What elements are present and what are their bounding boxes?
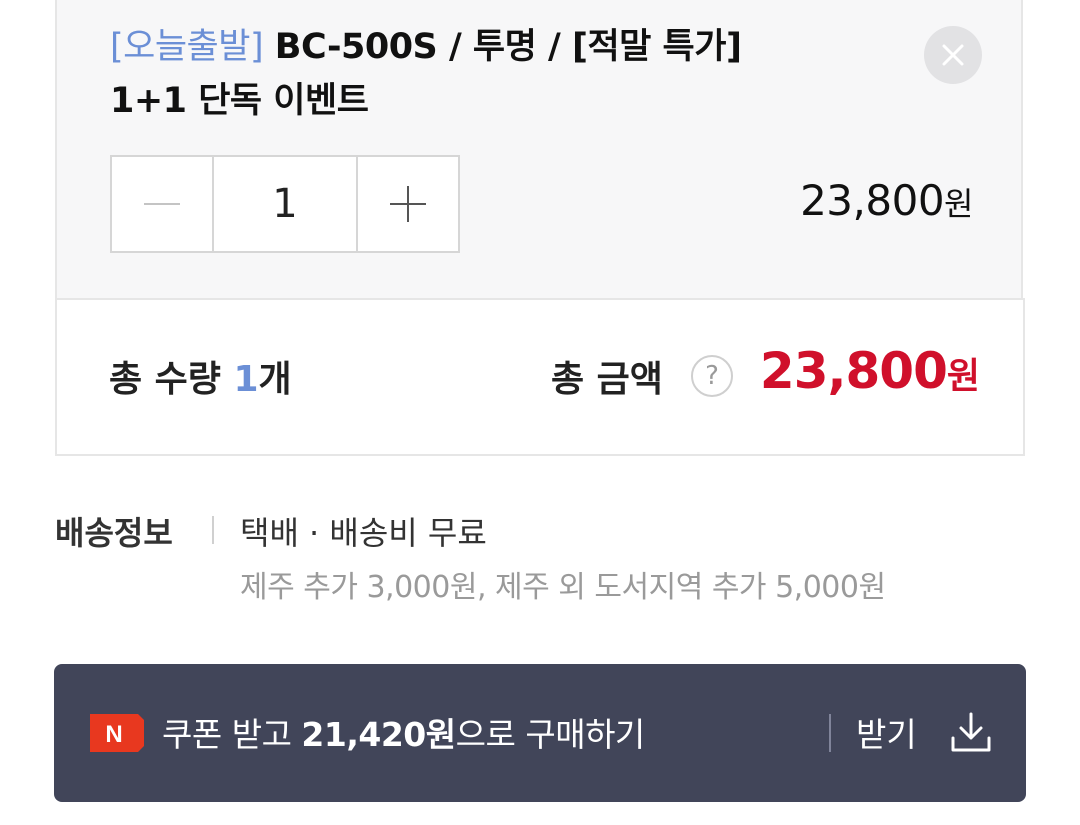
decrease-quantity-button[interactable]: [112, 157, 214, 251]
option-price-unit: 원: [944, 185, 973, 223]
option-title-line2: 1+1 단독 이벤트: [110, 81, 369, 121]
coupon-amount: 21,420원: [301, 715, 456, 754]
delivery-extra-fee: 제주 추가 3,000원, 제주 외 도서지역 추가 5,000원: [240, 570, 886, 605]
coupon-receive-label[interactable]: 받기: [856, 708, 917, 756]
remove-option-button[interactable]: [924, 26, 982, 84]
selected-option-card: [오늘출발] BC-500S / 투명 / [적말 특가] 1+1 단독 이벤트…: [55, 0, 1023, 298]
option-price: 23,800원: [800, 176, 973, 225]
quantity-stepper: 1: [110, 155, 460, 253]
total-quantity-value: 1: [233, 359, 259, 400]
total-amount-unit: 원: [946, 356, 980, 397]
naver-n-logo: N: [90, 714, 144, 752]
delivery-method: 택배 · 배송비 무료: [240, 514, 487, 552]
coupon-text-prefix: 쿠폰 받고: [162, 715, 302, 754]
option-price-value: 23,800: [800, 176, 945, 225]
coupon-message: 쿠폰 받고 21,420원으로 구매하기: [162, 708, 645, 756]
option-title: [오늘출발] BC-500S / 투명 / [적말 특가] 1+1 단독 이벤트: [110, 20, 870, 128]
option-title-text: BC-500S / 투명 / [적말 특가]: [263, 27, 742, 67]
delivery-divider: [212, 516, 214, 544]
order-total-box: 총 수량 1개 총 금액 ? 23,800원: [55, 298, 1025, 456]
total-quantity: 총 수량 1개: [109, 350, 292, 402]
total-amount-value: 23,800: [759, 342, 948, 400]
delivery-info-label: 배송정보: [55, 514, 173, 552]
quantity-input[interactable]: 1: [214, 157, 358, 251]
total-amount: 23,800원: [759, 342, 980, 400]
increase-quantity-button[interactable]: [358, 157, 458, 251]
coupon-divider: [829, 714, 831, 752]
total-quantity-unit: 개: [258, 359, 292, 400]
download-icon[interactable]: [949, 710, 993, 754]
option-tag: [오늘출발]: [110, 27, 264, 67]
total-amount-label: 총 금액: [551, 359, 663, 400]
plus-icon: [390, 186, 426, 222]
coupon-text-suffix: 으로 구매하기: [455, 715, 646, 754]
close-icon: [942, 44, 964, 66]
coupon-banner[interactable]: N 쿠폰 받고 21,420원으로 구매하기 받기: [54, 664, 1026, 802]
product-option-panel: [오늘출발] BC-500S / 투명 / [적말 특가] 1+1 단독 이벤트…: [0, 0, 1080, 825]
logo-letter: N: [105, 721, 122, 748]
total-quantity-label: 총 수량: [109, 359, 234, 400]
minus-icon: [144, 203, 180, 205]
question-circle-icon[interactable]: ?: [691, 355, 733, 397]
